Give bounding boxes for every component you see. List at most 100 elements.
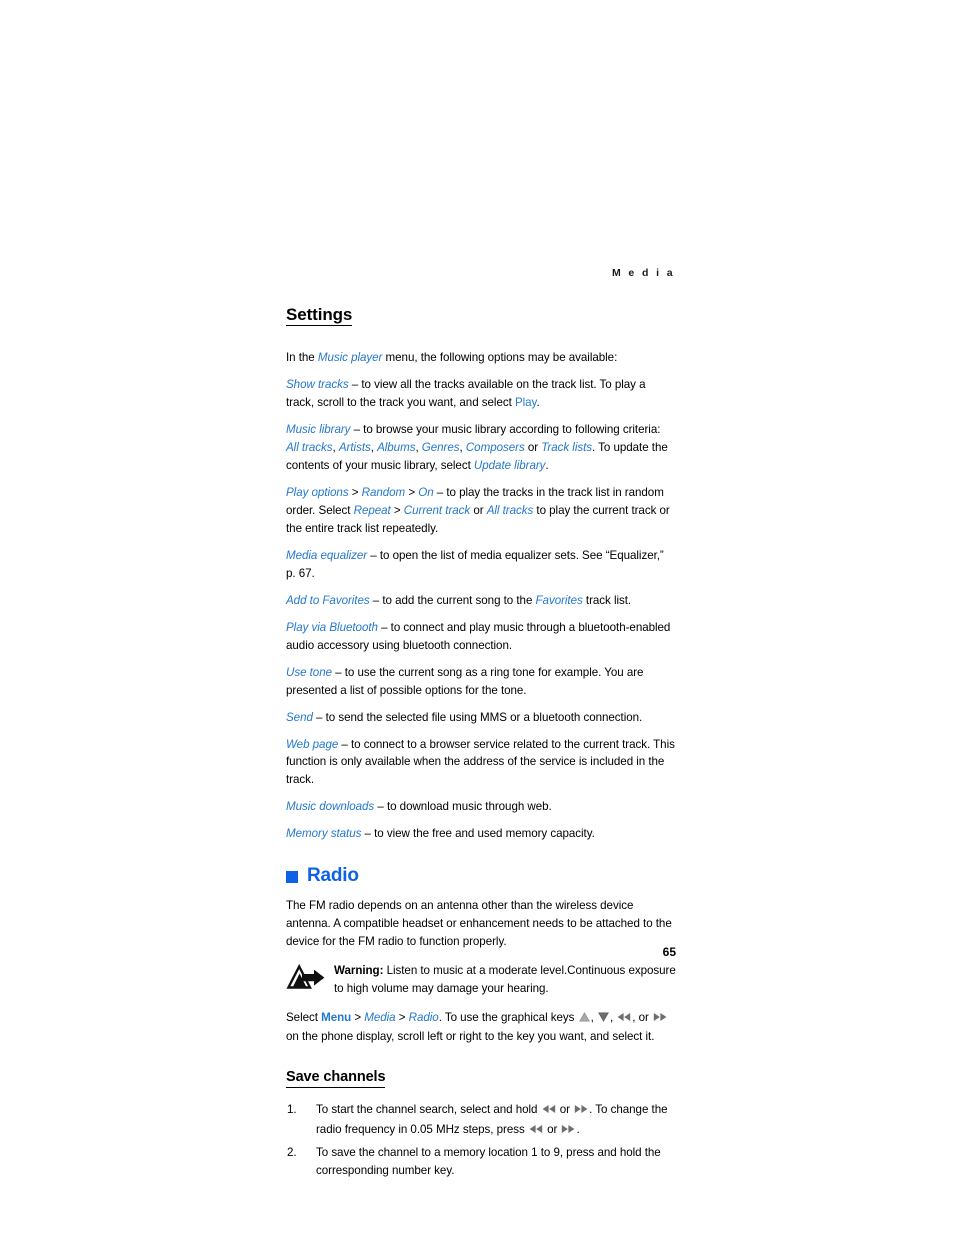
dash-0: – xyxy=(348,378,362,392)
text-play-options-2: or xyxy=(470,503,487,517)
term-memory-status: Memory status xyxy=(286,827,362,841)
warning-triangle-arrow-icon xyxy=(286,963,326,993)
link-all-tracks: All tracks xyxy=(486,503,534,517)
setting-play-options: Play options > Random > On – to play the… xyxy=(286,484,676,538)
term-add-to-favorites: Add to Favorites xyxy=(286,593,370,607)
link-current-track: Current track xyxy=(403,503,471,517)
settings-heading-wrap: Settings xyxy=(286,305,676,339)
term-use-tone: Use tone xyxy=(286,665,333,679)
criteria-or: or xyxy=(524,440,542,454)
step-number-2: 2. xyxy=(287,1146,297,1159)
dash-8: – xyxy=(338,737,351,751)
setting-add-to-favorites: Add to Favorites – to add the current so… xyxy=(286,592,676,610)
select-mid-text: . To use the graphical keys xyxy=(438,1011,578,1025)
setting-use-tone: Use tone – to use the current song as a … xyxy=(286,664,676,700)
radio-intro-paragraph: The FM radio depends on an antenna other… xyxy=(286,899,672,949)
criteria-artists: Artists xyxy=(338,440,371,454)
chapter-title-radio-label: Radio xyxy=(307,865,359,887)
list-item: 2. To save the channel to a memory locati… xyxy=(286,1144,676,1181)
text-music-downloads-1: to download music through web. xyxy=(386,800,552,814)
dash-9: – xyxy=(374,800,387,814)
link-menu: Menu xyxy=(321,1011,352,1025)
dash-1: – xyxy=(350,422,364,436)
link-favorites: Favorites xyxy=(535,593,583,607)
down-arrow-key-icon xyxy=(598,1010,609,1028)
dash-5: – xyxy=(377,620,391,634)
term-music-downloads: Music downloads xyxy=(286,800,375,814)
setting-memory-status: Memory status – to view the free and use… xyxy=(286,825,676,843)
setting-music-library: Music library – to browse your music lib… xyxy=(286,422,668,472)
page-number: 65 xyxy=(662,945,676,959)
page-content: M e d i a Settings In the Music player m… xyxy=(286,268,676,1185)
page-title-settings: Settings xyxy=(286,305,352,327)
criteria-composers: Composers xyxy=(465,440,525,454)
text-add-favorites-2: track list. xyxy=(582,593,632,607)
criteria-genres: Genres xyxy=(421,440,460,454)
criteria-all-tracks: All tracks xyxy=(286,440,333,454)
intro-post-text: menu, the following options may be avail… xyxy=(382,351,618,365)
rewind-key-icon xyxy=(542,1102,556,1120)
setting-play-via-bluetooth: Play via Bluetooth – to connect and play… xyxy=(286,619,676,655)
link-media: Media xyxy=(364,1011,396,1025)
square-bullet-icon xyxy=(286,871,298,884)
term-on: On xyxy=(418,485,434,499)
setting-music-downloads: Music downloads – to download music thro… xyxy=(286,798,676,816)
term-web-page: Web page xyxy=(286,737,339,751)
dash-2: – xyxy=(433,485,447,499)
document-page: M e d i a Settings In the Music player m… xyxy=(0,0,954,1235)
warning-label: Warning: xyxy=(334,964,384,978)
sep-play-1: > xyxy=(348,485,362,499)
running-header: M e d i a xyxy=(611,267,675,279)
comma-key-1: , xyxy=(590,1011,597,1025)
text-send-1: to send the selected file using MMS or a… xyxy=(325,710,643,724)
dash-4: – xyxy=(369,593,383,607)
dash-6: – xyxy=(332,665,345,679)
criteria-albums: Albums xyxy=(377,440,416,454)
comma-key-3: , or xyxy=(632,1011,653,1025)
dash-7: – xyxy=(312,710,326,724)
dash-10: – xyxy=(361,827,375,841)
step-number-1: 1. xyxy=(287,1103,297,1117)
link-music-player: Music player xyxy=(317,351,383,365)
term-random: Random xyxy=(361,485,406,499)
sub-title-save-channels: Save channels xyxy=(286,1069,386,1089)
text-memory-status-1: to view the free and used memory capacit… xyxy=(374,827,595,841)
rewind-key-icon xyxy=(529,1122,543,1140)
term-play-options: Play options xyxy=(286,485,349,499)
rewind-key-icon xyxy=(617,1010,631,1028)
warning-block: Warning: Listen to music at a moderate l… xyxy=(286,962,676,998)
term-play-via-bluetooth: Play via Bluetooth xyxy=(286,620,378,634)
setting-web-page: Web page – to connect to a browser servi… xyxy=(286,736,676,790)
text-show-tracks-2: . xyxy=(536,395,540,409)
sep-path-1: > xyxy=(351,1011,365,1025)
step2-text-1: To save the channel to a memory location… xyxy=(316,1146,661,1178)
fast-forward-key-icon xyxy=(574,1102,588,1120)
warning-text: Warning: Listen to music at a moderate l… xyxy=(334,962,676,998)
link-play: Play xyxy=(514,395,537,409)
term-media-equalizer: Media equalizer xyxy=(286,548,368,562)
sep-play-2: > xyxy=(405,485,419,499)
step1-text-2: or xyxy=(556,1103,574,1117)
step1-text-5: . xyxy=(576,1122,580,1136)
list-item: 1. To start the channel search, select an… xyxy=(286,1101,676,1140)
setting-show-tracks: Show tracks – to view all the tracks ava… xyxy=(286,376,676,412)
select-post-text: on the phone display, scroll left or rig… xyxy=(286,1030,655,1044)
term-show-tracks: Show tracks xyxy=(286,378,349,392)
text-music-library-3: . xyxy=(545,458,549,472)
intro-pre-text: In the xyxy=(286,351,318,365)
text-add-favorites-1: to add the current song to the xyxy=(382,593,536,607)
link-update-library: Update library xyxy=(473,458,546,472)
criteria-track-lists: Track lists xyxy=(541,440,593,454)
step1-text-1: To start the channel search, select and … xyxy=(316,1103,541,1117)
step1-text-4: or xyxy=(543,1122,561,1136)
fast-forward-key-icon xyxy=(653,1010,667,1028)
link-repeat: Repeat xyxy=(353,503,391,517)
text-music-library-1: to browse your music library according t… xyxy=(363,422,661,436)
settings-intro-paragraph: In the Music player menu, the following … xyxy=(286,349,676,367)
radio-select-path-paragraph: Select Menu > Media > Radio. To use the … xyxy=(286,1009,676,1046)
setting-send: Send – to send the selected file using M… xyxy=(286,709,676,727)
comma-key-2: , xyxy=(609,1011,617,1025)
sep-path-2: > xyxy=(395,1011,409,1025)
term-music-library: Music library xyxy=(286,422,351,436)
save-channels-heading-wrap: Save channels xyxy=(286,1068,676,1095)
